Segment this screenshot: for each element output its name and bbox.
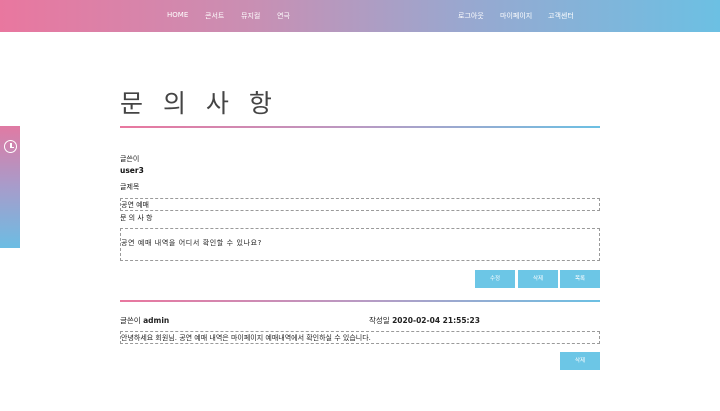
nav-home-link[interactable]: HOME [167, 11, 188, 19]
reply-author-value: admin [143, 316, 170, 325]
reply-date: 작성일 2020-02-04 21:55:23 [369, 315, 480, 326]
nav-customer-center-link[interactable]: 고객센터 [548, 11, 574, 21]
subject-label: 글제목 [120, 183, 140, 191]
page-title: 문 의 사 항 [120, 89, 278, 118]
reply-content-box: 안녕하세요 회원님. 공연 예매 내역은 마이페이지 예매내역에서 확인하실 수… [120, 331, 600, 344]
reply-date-value: 2020-02-04 21:55:23 [392, 316, 480, 325]
clock-icon[interactable] [4, 140, 17, 153]
reply-content-text: 안녕하세요 회원님. 공연 예매 내역은 마이페이지 예매내역에서 확인하실 수… [121, 334, 371, 342]
reply-delete-button[interactable]: 삭제 [560, 352, 600, 370]
nav-play-link[interactable]: 연극 [277, 11, 290, 21]
reply-author: 글쓴이 admin [120, 315, 169, 326]
top-navigation-bar: HOME 콘서트 뮤지컬 연극 로그아웃 마이페이지 고객센터 [0, 0, 720, 32]
reply-divider [120, 300, 600, 302]
nav-concert-link[interactable]: 콘서트 [205, 11, 224, 21]
subject-field: 공연 예매 [120, 198, 600, 211]
title-divider [120, 126, 600, 128]
author-label: 글쓴이 [120, 155, 140, 163]
content-text: 공연 예매 내역을 어디서 확인할 수 있나요? [121, 239, 262, 247]
delete-button[interactable]: 삭제 [518, 270, 558, 288]
list-button[interactable]: 목록 [560, 270, 600, 288]
subject-value: 공연 예매 [121, 201, 149, 209]
content-box: 공연 예매 내역을 어디서 확인할 수 있나요? [120, 228, 600, 261]
nav-logout-link[interactable]: 로그아웃 [458, 11, 484, 21]
author-value: user3 [120, 166, 144, 175]
side-recent-widget[interactable] [0, 126, 20, 248]
edit-button[interactable]: 수정 [475, 270, 515, 288]
nav-mypage-link[interactable]: 마이페이지 [500, 11, 532, 21]
reply-date-label: 작성일 [369, 316, 390, 325]
category-text: 문 의 사 항 [120, 214, 153, 222]
nav-musical-link[interactable]: 뮤지컬 [241, 11, 260, 21]
reply-author-label: 글쓴이 [120, 316, 141, 325]
